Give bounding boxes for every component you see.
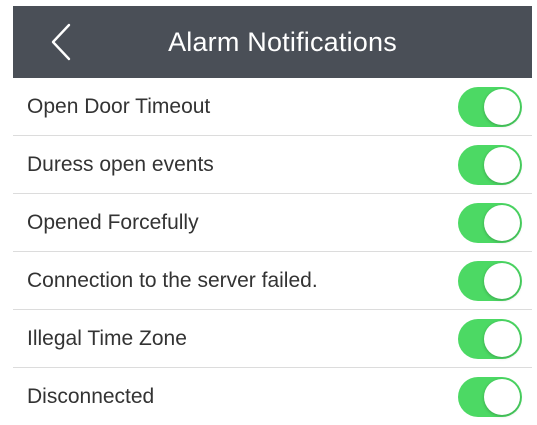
- setting-label: Duress open events: [27, 152, 214, 176]
- setting-label: Disconnected: [27, 384, 155, 408]
- toggle-switch[interactable]: [458, 318, 522, 359]
- setting-row-illegal-time-zone: Illegal Time Zone: [13, 310, 532, 368]
- toggle-knob: [484, 320, 520, 357]
- toggle-switch[interactable]: [458, 86, 522, 127]
- toggle-switch[interactable]: [458, 260, 522, 301]
- back-button[interactable]: [41, 20, 81, 64]
- setting-row-open-door-timeout: Open Door Timeout: [13, 78, 532, 136]
- setting-row-connection-failed: Connection to the server failed.: [13, 252, 532, 310]
- setting-row-duress-open-events: Duress open events: [13, 136, 532, 194]
- toggle-knob: [484, 204, 520, 241]
- toggle-switch[interactable]: [458, 144, 522, 185]
- toggle-knob: [484, 146, 520, 183]
- setting-label: Connection to the server failed.: [27, 268, 318, 292]
- setting-label: Opened Forcefully: [27, 210, 199, 234]
- setting-row-disconnected: Disconnected: [13, 368, 532, 425]
- setting-label: Illegal Time Zone: [27, 326, 187, 350]
- toggle-knob: [484, 88, 520, 125]
- toggle-switch[interactable]: [458, 202, 522, 243]
- settings-list: Open Door Timeout Duress open events Ope…: [13, 78, 532, 425]
- toggle-knob: [484, 262, 520, 299]
- alarm-notifications-screen: Alarm Notifications Open Door Timeout Du…: [0, 0, 537, 425]
- nav-bar: Alarm Notifications: [13, 6, 532, 78]
- toggle-switch[interactable]: [458, 376, 522, 417]
- chevron-left-icon: [51, 23, 71, 61]
- setting-row-opened-forcefully: Opened Forcefully: [13, 194, 532, 252]
- toggle-knob: [484, 378, 520, 415]
- page-title: Alarm Notifications: [168, 26, 397, 57]
- setting-label: Open Door Timeout: [27, 94, 211, 118]
